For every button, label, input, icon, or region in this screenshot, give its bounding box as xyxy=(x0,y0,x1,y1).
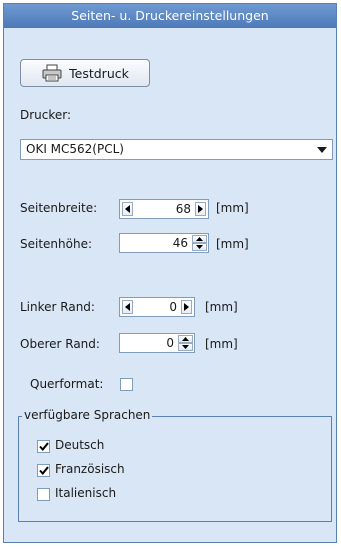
printer-selected-value: OKI MC562(PCL) xyxy=(26,142,124,156)
page-width-value: 68 xyxy=(175,202,191,216)
language-checkbox-italienisch[interactable] xyxy=(37,488,50,501)
page-height-input[interactable]: 46 xyxy=(119,233,209,253)
spin-down-icon[interactable] xyxy=(178,343,193,351)
page-height-spinner[interactable] xyxy=(192,235,207,251)
language-label-deutsch: Deutsch xyxy=(55,438,105,452)
top-margin-spinner[interactable] xyxy=(178,335,193,351)
panel-title: Seiten- u. Druckereinstellungen xyxy=(4,4,336,28)
spin-down-icon[interactable] xyxy=(192,243,207,251)
spin-up-icon[interactable] xyxy=(178,335,193,343)
top-margin-unit: [mm] xyxy=(205,337,238,351)
decrement-arrow-icon[interactable] xyxy=(122,300,133,314)
languages-legend: verfügbare Sprachen xyxy=(22,408,153,422)
increment-arrow-icon[interactable] xyxy=(195,202,206,216)
page-height-value: 46 xyxy=(172,236,188,250)
spin-up-icon[interactable] xyxy=(192,235,207,243)
landscape-label: Querformat: xyxy=(30,377,104,391)
printer-select[interactable]: OKI MC562(PCL) xyxy=(20,139,333,160)
page-height-label: Seitenhöhe: xyxy=(20,237,93,251)
page-width-label: Seitenbreite: xyxy=(20,201,98,215)
top-margin-value: 0 xyxy=(166,336,174,350)
printer-icon xyxy=(41,64,63,82)
language-label-franzoesisch: Französisch xyxy=(55,462,125,476)
page-height-unit: [mm] xyxy=(216,237,249,251)
printer-label: Drucker: xyxy=(20,108,72,122)
language-label-italienisch: Italienisch xyxy=(55,486,117,500)
decrement-arrow-icon[interactable] xyxy=(122,202,133,216)
left-margin-unit: [mm] xyxy=(205,300,238,314)
test-print-label: Testdruck xyxy=(69,65,129,81)
top-margin-input[interactable]: 0 xyxy=(119,333,195,353)
chevron-down-icon[interactable] xyxy=(314,142,330,157)
increment-arrow-icon[interactable] xyxy=(181,300,192,314)
checkmark-icon xyxy=(38,442,49,451)
page-width-unit: [mm] xyxy=(216,201,249,215)
page-width-input[interactable]: 68 xyxy=(119,199,209,219)
left-margin-value: 0 xyxy=(169,300,177,314)
top-margin-label: Oberer Rand: xyxy=(20,337,100,351)
language-checkbox-deutsch[interactable] xyxy=(37,440,50,453)
language-checkbox-franzoesisch[interactable] xyxy=(37,464,50,477)
left-margin-input[interactable]: 0 xyxy=(119,297,195,317)
left-margin-label: Linker Rand: xyxy=(20,300,95,314)
checkmark-icon xyxy=(38,466,49,475)
landscape-checkbox[interactable] xyxy=(120,378,133,391)
test-print-button[interactable]: Testdruck xyxy=(20,59,150,87)
